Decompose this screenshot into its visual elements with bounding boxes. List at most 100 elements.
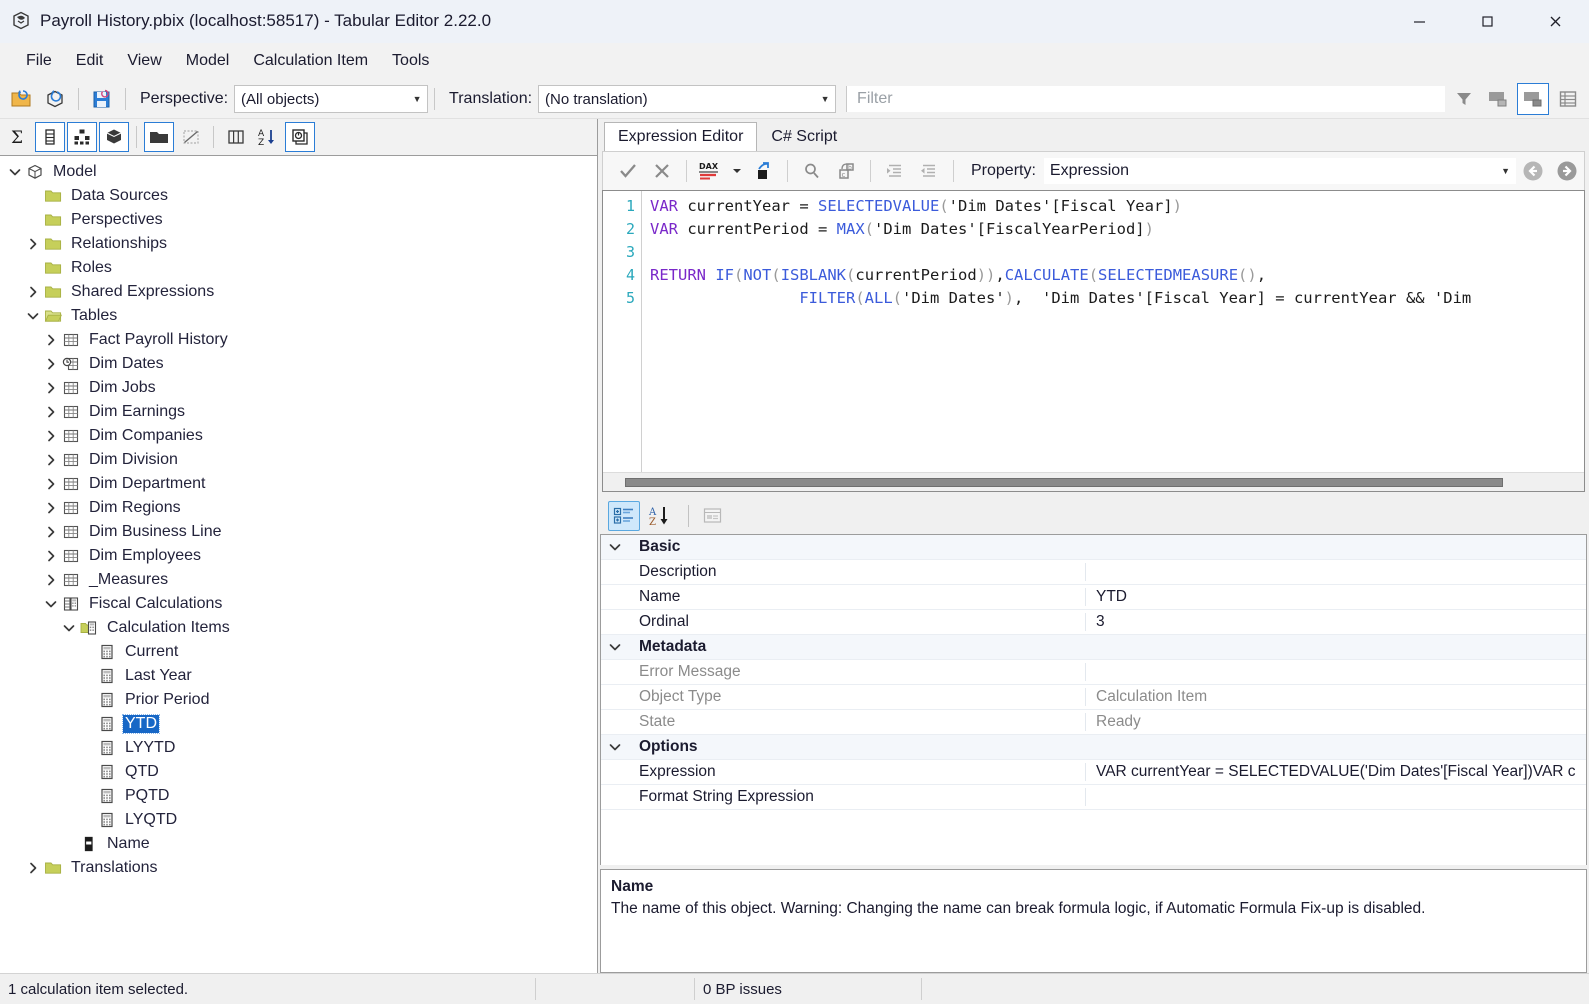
tree-node[interactable]: Dim Employees bbox=[0, 544, 597, 568]
chevron-right-icon[interactable] bbox=[42, 378, 60, 398]
tree-node[interactable]: Last Year bbox=[0, 664, 597, 688]
property-value[interactable]: Ready bbox=[1086, 713, 1586, 731]
close-button[interactable] bbox=[1521, 0, 1589, 42]
display-folders-icon[interactable] bbox=[144, 122, 174, 152]
refresh-model-icon[interactable] bbox=[40, 84, 70, 114]
property-value[interactable]: VAR currentYear = SELECTEDVALUE('Dim Dat… bbox=[1086, 763, 1586, 781]
horizontal-scrollbar[interactable] bbox=[603, 472, 1584, 491]
tree-node[interactable]: Translations bbox=[0, 856, 597, 880]
tree-node[interactable]: PQTD bbox=[0, 784, 597, 808]
decrease-indent-icon[interactable] bbox=[914, 158, 944, 184]
chevron-down-icon[interactable] bbox=[42, 594, 60, 614]
tree-node[interactable]: Data Sources bbox=[0, 184, 597, 208]
property-category-row[interactable]: Basic bbox=[601, 535, 1586, 560]
tree-node[interactable]: Perspectives bbox=[0, 208, 597, 232]
tree-node[interactable]: Model bbox=[0, 160, 597, 184]
increase-indent-icon[interactable] bbox=[880, 158, 910, 184]
tree-node[interactable]: LYQTD bbox=[0, 808, 597, 832]
menu-tools[interactable]: Tools bbox=[380, 48, 441, 74]
filter-input[interactable]: Filter bbox=[846, 86, 1445, 112]
open-folder-icon[interactable] bbox=[6, 84, 36, 114]
menu-file[interactable]: File bbox=[14, 48, 64, 74]
tree-node[interactable]: Roles bbox=[0, 256, 597, 280]
tab-csharp-script[interactable]: C# Script bbox=[757, 122, 852, 151]
find-replace-icon[interactable]: c b bbox=[831, 158, 861, 184]
menu-model[interactable]: Model bbox=[174, 48, 242, 74]
tree-node[interactable]: Prior Period bbox=[0, 688, 597, 712]
columns-icon[interactable] bbox=[35, 122, 65, 152]
property-row[interactable]: Error Message bbox=[601, 660, 1586, 685]
tree-node[interactable]: YTD bbox=[0, 712, 597, 736]
chevron-right-icon[interactable] bbox=[42, 450, 60, 470]
tree-node[interactable]: QTD bbox=[0, 760, 597, 784]
chevron-right-icon[interactable] bbox=[24, 858, 42, 878]
chevron-down-icon[interactable] bbox=[60, 618, 78, 638]
property-value[interactable]: YTD bbox=[1086, 588, 1586, 606]
tree-node[interactable]: Relationships bbox=[0, 232, 597, 256]
search-magnifier-icon[interactable] bbox=[797, 158, 827, 184]
chevron-right-icon[interactable] bbox=[24, 282, 42, 302]
property-category-row[interactable]: Metadata bbox=[601, 635, 1586, 660]
hide-preview-pane-icon[interactable] bbox=[1483, 84, 1513, 114]
cross-cancel-icon[interactable] bbox=[647, 158, 677, 184]
property-row[interactable]: Expression VAR currentYear = SELECTEDVALU… bbox=[601, 760, 1586, 785]
chevron-down-icon[interactable] bbox=[601, 540, 629, 554]
tree-node[interactable]: Dim Division bbox=[0, 448, 597, 472]
perspective-dropdown[interactable]: (All objects) ▼ bbox=[234, 85, 429, 113]
chevron-right-icon[interactable] bbox=[42, 546, 60, 566]
chevron-down-icon[interactable] bbox=[24, 306, 42, 326]
alphabetical-sort-icon[interactable]: A Z bbox=[644, 501, 676, 531]
dax-formatter-icon[interactable]: DAX bbox=[696, 158, 726, 184]
tab-expression-editor[interactable]: Expression Editor bbox=[604, 122, 758, 151]
tree-node[interactable]: Fiscal Calculations bbox=[0, 592, 597, 616]
categorized-view-icon[interactable] bbox=[608, 501, 640, 531]
chevron-down-icon[interactable] bbox=[6, 162, 24, 182]
code-line[interactable]: VAR currentYear = SELECTEDVALUE('Dim Dat… bbox=[650, 195, 1584, 218]
chevron-right-icon[interactable] bbox=[42, 354, 60, 374]
property-value[interactable]: Calculation Item bbox=[1086, 688, 1586, 706]
code-line[interactable]: FILTER(ALL('Dim Dates'), 'Dim Dates'[Fis… bbox=[650, 287, 1584, 310]
translation-dropdown[interactable]: (No translation) ▼ bbox=[538, 85, 837, 113]
tree-node[interactable]: Shared Expressions bbox=[0, 280, 597, 304]
property-grid[interactable]: Basic Description Name YTD Ordinal 3 Metadata E… bbox=[600, 534, 1587, 865]
tree-node[interactable]: Dim Regions bbox=[0, 496, 597, 520]
tree-node[interactable]: LYYTD bbox=[0, 736, 597, 760]
chevron-right-icon[interactable] bbox=[42, 498, 60, 518]
calculation-groups-icon[interactable] bbox=[285, 122, 315, 152]
check-accept-icon[interactable] bbox=[613, 158, 643, 184]
grid-view-icon[interactable] bbox=[1553, 84, 1583, 114]
tree-node[interactable]: Name bbox=[0, 832, 597, 856]
tree-node[interactable]: Dim Jobs bbox=[0, 376, 597, 400]
property-row[interactable]: Description bbox=[601, 560, 1586, 585]
property-pages-icon[interactable] bbox=[697, 501, 729, 531]
maximize-button[interactable] bbox=[1453, 0, 1521, 42]
navigate-back-icon[interactable] bbox=[1518, 156, 1548, 186]
property-row[interactable]: Name YTD bbox=[601, 585, 1586, 610]
code-line[interactable] bbox=[650, 241, 1584, 264]
goto-object-icon[interactable] bbox=[748, 158, 778, 184]
menu-calculation-item[interactable]: Calculation Item bbox=[241, 48, 380, 74]
chevron-down-icon[interactable] bbox=[601, 740, 629, 754]
code-line[interactable]: RETURN IF(NOT(ISBLANK(currentPeriod)),CA… bbox=[650, 264, 1584, 287]
chevron-down-icon[interactable] bbox=[730, 158, 744, 184]
save-icon[interactable] bbox=[87, 84, 117, 114]
sigma-measures-icon[interactable]: Σ bbox=[3, 122, 33, 152]
menu-view[interactable]: View bbox=[115, 48, 173, 74]
property-dropdown[interactable]: Expression ▼ bbox=[1043, 158, 1516, 184]
property-value[interactable]: 3 bbox=[1086, 613, 1586, 631]
property-category-row[interactable]: Options bbox=[601, 735, 1586, 760]
tree-node[interactable]: Fact Payroll History bbox=[0, 328, 597, 352]
tree-node[interactable]: Dim Dates bbox=[0, 352, 597, 376]
tree-node[interactable]: Dim Earnings bbox=[0, 400, 597, 424]
show-preview-pane-icon[interactable] bbox=[1517, 83, 1549, 115]
navigate-forward-icon[interactable] bbox=[1552, 156, 1582, 186]
status-bp-issues[interactable]: 0 BP issues bbox=[695, 978, 922, 1000]
partitions-icon[interactable] bbox=[99, 122, 129, 152]
code-lines[interactable]: VAR currentYear = SELECTEDVALUE('Dim Dat… bbox=[642, 191, 1584, 472]
tree-node[interactable]: Dim Companies bbox=[0, 424, 597, 448]
menu-edit[interactable]: Edit bbox=[64, 48, 116, 74]
chevron-right-icon[interactable] bbox=[42, 570, 60, 590]
tree-node[interactable]: Calculation Items bbox=[0, 616, 597, 640]
property-row[interactable]: Ordinal 3 bbox=[601, 610, 1586, 635]
model-tree[interactable]: Model Data Sources Perspectives Relationshi… bbox=[0, 156, 597, 973]
